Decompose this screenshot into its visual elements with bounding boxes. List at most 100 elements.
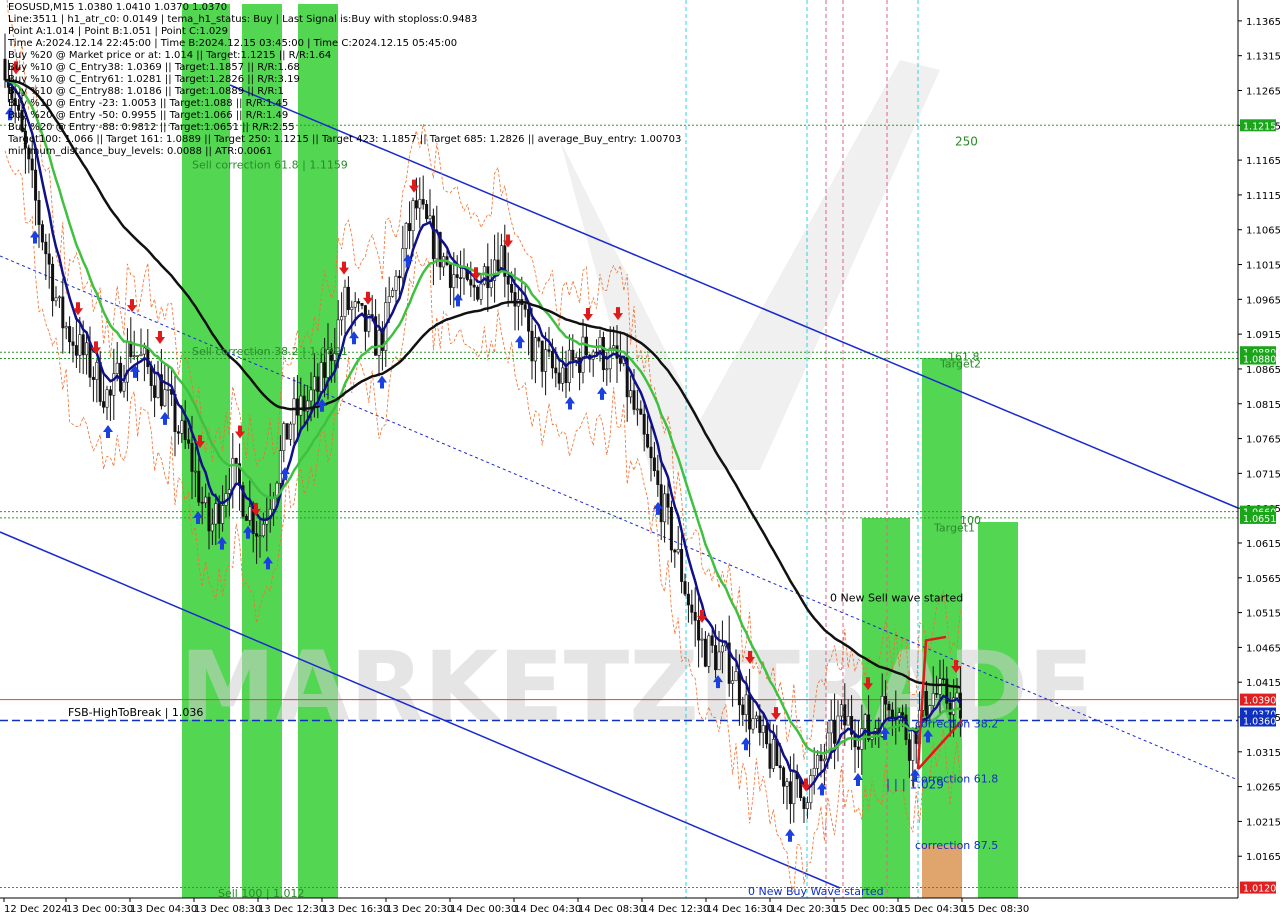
candle-body — [567, 349, 571, 383]
candle-body — [387, 296, 391, 303]
x-tick-label: 13 Dec 00:30 — [66, 904, 133, 915]
candle-body — [163, 389, 167, 407]
x-tick-label: 15 Dec 00:30 — [834, 904, 901, 915]
candle-body — [3, 58, 7, 81]
candle-body — [132, 355, 136, 357]
candle-body — [663, 493, 667, 523]
x-tick-label: 15 Dec 08:30 — [962, 904, 1029, 915]
candle-body — [690, 604, 694, 613]
candle-body — [231, 458, 235, 490]
candle-body — [564, 367, 568, 383]
candle-body — [360, 302, 364, 306]
candle-body — [533, 337, 537, 362]
candle-body — [285, 423, 289, 440]
candle-body — [506, 276, 510, 285]
candle-body — [958, 692, 962, 719]
candle-body — [183, 420, 187, 441]
candle-body — [948, 702, 952, 715]
candle-body — [751, 718, 755, 730]
candle-body — [829, 720, 833, 734]
candle-body — [486, 266, 490, 289]
candle-body — [812, 767, 816, 776]
candle-body — [819, 754, 823, 762]
candle-body — [720, 645, 724, 653]
candle-body — [472, 284, 476, 288]
candle-body — [931, 693, 935, 706]
candle-body — [557, 372, 561, 384]
x-tick-label: 13 Dec 12:30 — [258, 904, 325, 915]
candle-body — [822, 758, 826, 762]
info-line-targets: Target100: 1.066 || Target 161: 1.0889 |… — [8, 134, 682, 145]
candle-body — [214, 503, 218, 525]
candle-body — [901, 712, 905, 716]
y-tick-label: 1.0815 — [1246, 400, 1280, 411]
info-line-buy-c38: Buy %10 @ C_Entry38: 1.0369 || Target:1.… — [8, 62, 300, 73]
y-tick-label: 1.1015 — [1246, 261, 1280, 272]
x-tick-label: 13 Dec 20:30 — [386, 904, 453, 915]
y-tick-label: 1.0165 — [1246, 852, 1280, 863]
candle-body — [669, 506, 673, 551]
candle-body — [554, 367, 558, 374]
candle-body — [44, 241, 48, 255]
candle-body — [421, 199, 425, 205]
candle-body — [340, 316, 344, 321]
x-tick-label: 14 Dec 12:30 — [642, 904, 709, 915]
candle-body — [744, 694, 748, 715]
candle-body — [312, 376, 316, 391]
candle-body — [139, 353, 143, 356]
candle-body — [863, 714, 867, 729]
candle-body — [353, 301, 357, 308]
candle-body — [350, 306, 354, 310]
chart-annotation: correction 38.2 — [915, 717, 998, 730]
candle-body — [47, 253, 51, 265]
candle-body — [707, 635, 711, 667]
candle-body — [856, 746, 860, 750]
stop-zone — [922, 845, 962, 898]
candle-body — [74, 345, 78, 356]
candle-body — [394, 275, 398, 291]
y-tick-label: 1.0215 — [1246, 817, 1280, 828]
candle-body — [88, 342, 92, 378]
candle-body — [646, 433, 650, 448]
candle-body — [816, 754, 820, 769]
y-tick-label: 1.0865 — [1246, 365, 1280, 376]
candle-body — [833, 720, 837, 744]
candle-body — [843, 704, 847, 726]
candle-body — [244, 516, 248, 521]
candle-body — [30, 158, 34, 171]
chart-annotation: correction 87.5 — [915, 839, 998, 852]
y-tick-label: 1.0265 — [1246, 783, 1280, 794]
candle-body — [666, 493, 670, 508]
candle-body — [448, 264, 452, 288]
candle-body — [846, 715, 850, 726]
candle-body — [710, 635, 714, 646]
y-tick-label: 1.1165 — [1246, 156, 1280, 167]
candle-body — [469, 279, 473, 286]
candle-body — [530, 330, 534, 362]
candle-body — [550, 351, 554, 369]
y-tick-label: 1.0765 — [1246, 435, 1280, 446]
candle-body — [686, 593, 690, 606]
candle-body — [884, 696, 888, 705]
candle-body — [142, 347, 146, 355]
y-tick-label: 1.0715 — [1246, 469, 1280, 480]
candle-body — [64, 326, 68, 329]
candle-body — [758, 715, 762, 733]
candle-body — [887, 703, 891, 711]
candle-body — [34, 169, 38, 201]
candle-body — [703, 638, 707, 667]
price-badge-label: 1.0120 — [1243, 884, 1276, 895]
y-tick-label: 1.1315 — [1246, 52, 1280, 63]
chart-annotation: | | | 1.029 — [886, 778, 944, 792]
candle-body — [765, 725, 769, 745]
candle-body — [261, 523, 265, 537]
candle-body — [255, 533, 259, 537]
y-tick-label: 1.1265 — [1246, 86, 1280, 97]
info-line-points: Point A:1.014 | Point B:1.051 | Point C:… — [8, 26, 228, 37]
candle-body — [95, 362, 99, 380]
candle-body — [676, 549, 680, 553]
candle-body — [907, 739, 911, 761]
candle-body — [714, 645, 718, 671]
candle-body — [68, 326, 72, 343]
info-line-buy-market: Buy %20 @ Market price or at: 1.014 || T… — [8, 50, 332, 61]
